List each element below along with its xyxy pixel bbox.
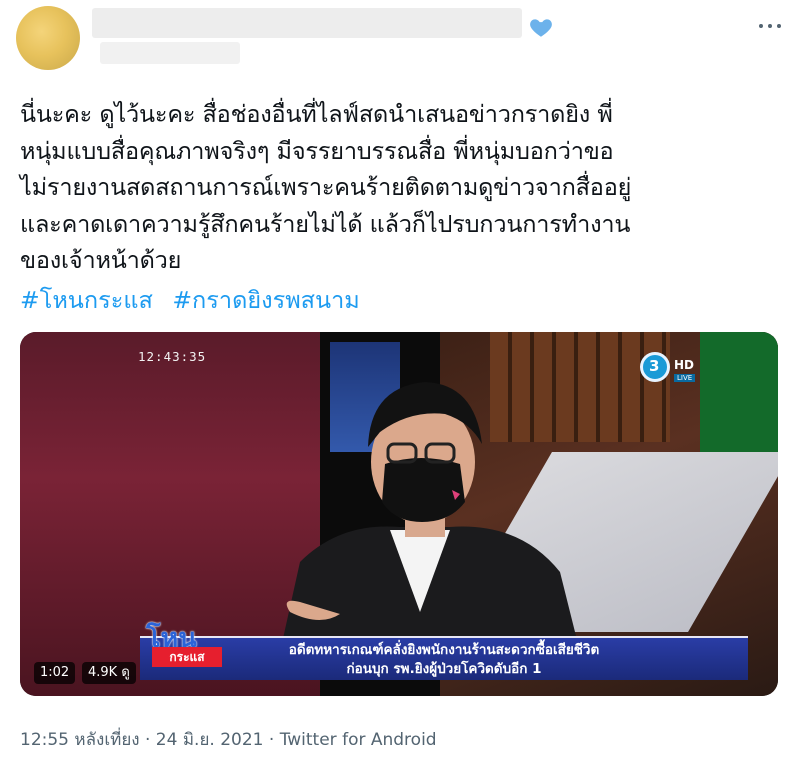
heart-icon[interactable] <box>528 14 554 40</box>
channel-logo: 3 HD LIVE <box>640 352 704 400</box>
video-view-count: 4.9K ดู <box>82 662 136 684</box>
video-clock: 12:43:35 <box>138 349 207 364</box>
presenter-figure <box>280 382 580 652</box>
tweet-text: นี่นะคะ ดูไว้นะคะ สื่อช่องอื่นที่ไลฟ์สดน… <box>20 100 632 274</box>
video-duration: 1:02 <box>34 662 76 684</box>
channel-live: LIVE <box>674 374 696 382</box>
hashtags: #โหนกระแส #กราดยิงรพสนาม <box>20 282 372 318</box>
avatar[interactable] <box>16 6 80 70</box>
channel-number: 3 <box>649 357 660 375</box>
studio-board <box>700 332 778 452</box>
hashtag-link[interactable]: #กราดยิงรพสนาม <box>172 286 359 314</box>
more-options-icon[interactable] <box>752 14 788 38</box>
tweet-header <box>0 0 800 90</box>
hashtag-link[interactable]: #โหนกระแส <box>20 286 153 314</box>
display-name-redacted <box>92 8 522 38</box>
tweet-metadata[interactable]: 12:55 หลังเที่ยง · 24 มิ.ย. 2021 · Twitt… <box>20 726 437 753</box>
handle-redacted <box>100 42 240 64</box>
show-logo: โหน กระแส <box>138 616 234 668</box>
video-player[interactable]: 12:43:35 3 HD LIVE อดีตทหารเกณฑ์คลั่งยิง… <box>20 332 778 696</box>
show-logo-bottom: กระแส <box>152 647 222 667</box>
channel-hd: HD <box>674 358 695 372</box>
